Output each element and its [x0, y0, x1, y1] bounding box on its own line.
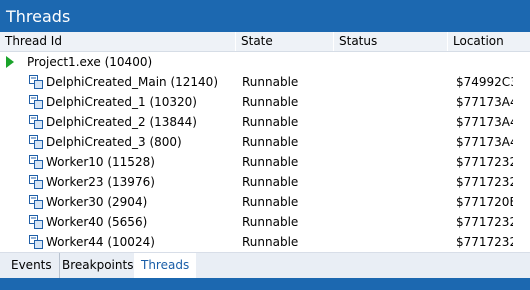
- thread-row[interactable]: Worker23 (13976) Runnable $7717232C: [0, 172, 525, 192]
- thread-id: DelphiCreated_Main (12140): [46, 75, 219, 89]
- tab-bar: Events Breakpoints Threads: [0, 252, 530, 278]
- column-header: Thread Id State Status Location: [0, 32, 530, 52]
- thread-icon: [29, 95, 43, 109]
- column-status[interactable]: Status: [334, 32, 448, 51]
- thread-state: Runnable: [242, 195, 299, 209]
- thread-state: Runnable: [242, 155, 299, 169]
- thread-icon: [29, 235, 43, 249]
- bottom-bar: [0, 278, 530, 290]
- column-state[interactable]: State: [236, 32, 334, 51]
- thread-row[interactable]: DelphiCreated_3 (800) Runnable $77173A4C: [0, 132, 526, 152]
- thread-icon: [29, 155, 43, 169]
- thread-id: DelphiCreated_3 (800): [46, 135, 182, 149]
- thread-state: Runnable: [242, 235, 299, 249]
- thread-state: Runnable: [242, 215, 299, 229]
- thread-icon: [29, 135, 43, 149]
- thread-state: Runnable: [242, 75, 299, 89]
- column-thread-id[interactable]: Thread Id: [0, 32, 236, 51]
- thread-row[interactable]: Worker10 (11528) Runnable $7717232C: [0, 152, 525, 172]
- thread-id: Worker40 (5656): [46, 215, 148, 229]
- play-icon: [6, 56, 14, 68]
- thread-row[interactable]: Worker44 (10024) Runnable $7717232C: [0, 232, 525, 252]
- thread-id: DelphiCreated_2 (13844): [46, 115, 197, 129]
- thread-icon: [29, 175, 43, 189]
- thread-list: Project1.exe (10400) DelphiCreated_Main …: [0, 52, 526, 252]
- panel-title: Threads: [0, 0, 530, 32]
- thread-row[interactable]: Worker30 (2904) Runnable $771720BC: [0, 192, 526, 212]
- scrollbar[interactable]: [513, 52, 530, 252]
- thread-state: Runnable: [242, 135, 299, 149]
- thread-id: DelphiCreated_1 (10320): [46, 95, 197, 109]
- tab-threads[interactable]: Threads: [134, 253, 196, 278]
- thread-state: Runnable: [242, 115, 299, 129]
- thread-id: Worker23 (13976): [46, 175, 155, 189]
- thread-id: Worker30 (2904): [46, 195, 148, 209]
- column-location[interactable]: Location: [448, 32, 530, 51]
- thread-icon: [29, 215, 43, 229]
- thread-row[interactable]: DelphiCreated_1 (10320) Runnable $77173A4C: [0, 92, 526, 112]
- process-row[interactable]: Project1.exe (10400): [0, 52, 513, 72]
- thread-id: Worker44 (10024): [46, 235, 155, 249]
- thread-row[interactable]: DelphiCreated_2 (13844) Runnable $77173A4C: [0, 112, 526, 132]
- process-label: Project1.exe (10400): [27, 55, 153, 69]
- thread-state: Runnable: [242, 95, 299, 109]
- tab-breakpoints[interactable]: Breakpoints: [55, 253, 142, 278]
- tab-events[interactable]: Events: [4, 253, 60, 278]
- thread-row[interactable]: DelphiCreated_Main (12140) Runnable $74992…: [0, 72, 526, 92]
- thread-icon: [29, 75, 43, 89]
- thread-state: Runnable: [242, 175, 299, 189]
- thread-icon: [29, 115, 43, 129]
- thread-row[interactable]: Worker40 (5656) Runnable $7717232C: [0, 212, 525, 232]
- thread-id: Worker10 (11528): [46, 155, 155, 169]
- thread-icon: [29, 195, 43, 209]
